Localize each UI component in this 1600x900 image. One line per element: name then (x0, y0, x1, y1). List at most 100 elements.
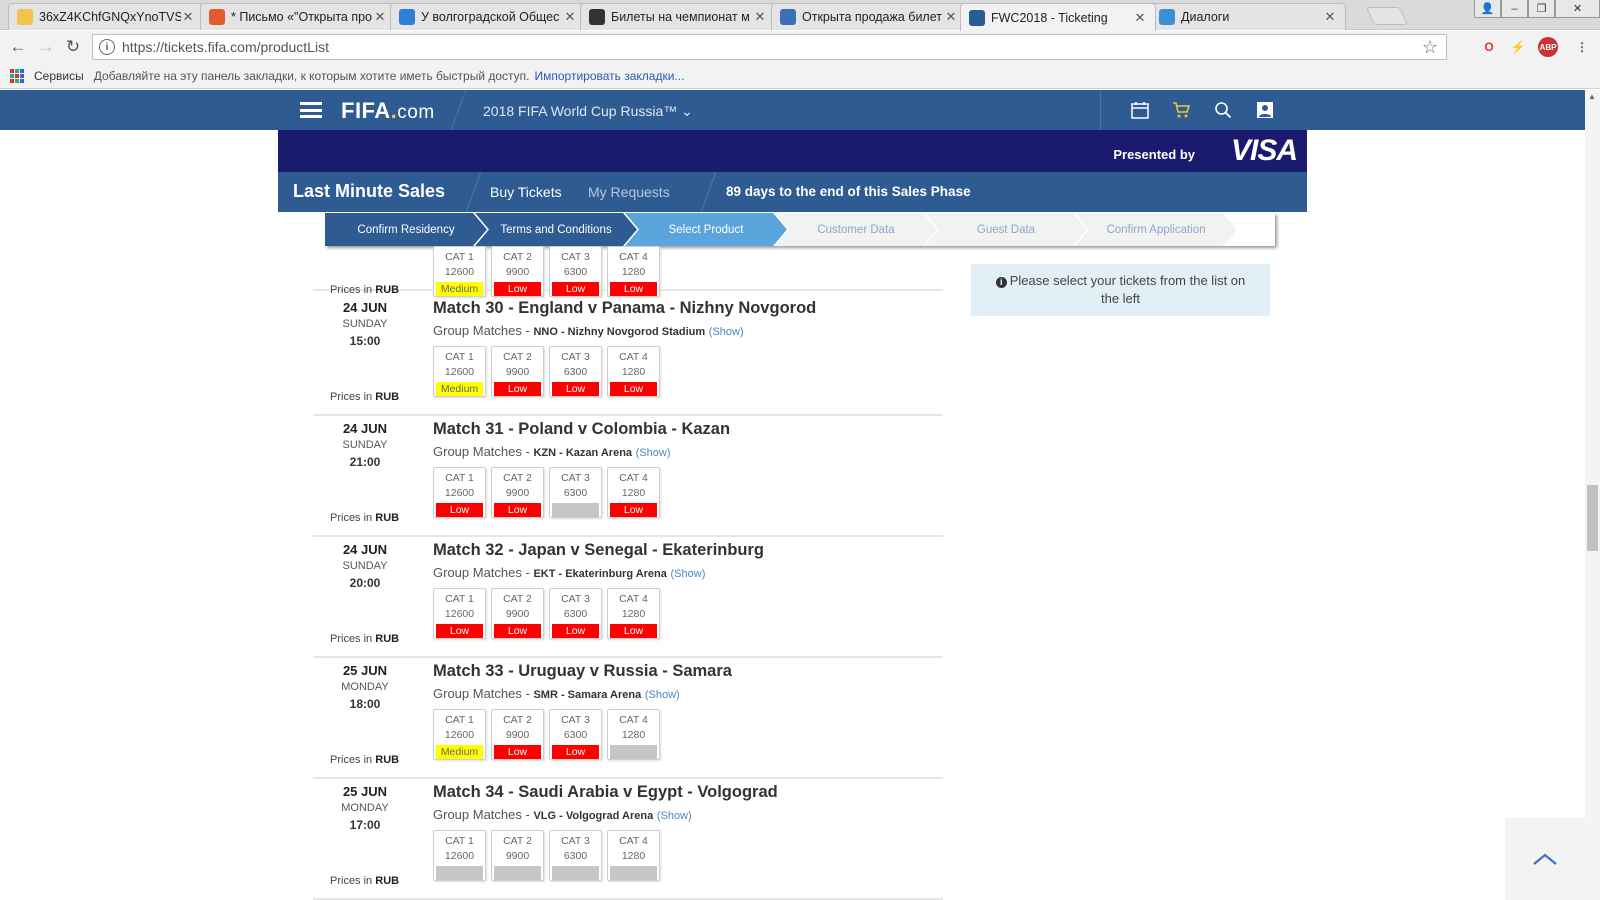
ticket-category-box[interactable]: CAT 2 9900 Low (491, 588, 544, 639)
ticket-category-box[interactable]: CAT 3 6300 (549, 830, 602, 881)
ticket-category-box[interactable]: CAT 4 1280 (607, 830, 660, 881)
flash-extension-icon[interactable]: ⚡ (1508, 37, 1528, 57)
browser-tab[interactable]: У волгоградской Общес ✕ (390, 3, 586, 30)
match-venue: SMR - Samara Arena (533, 689, 642, 701)
bookmark-star-icon[interactable]: ☆ (1422, 37, 1438, 58)
ticket-category-box[interactable]: CAT 2 9900 (491, 830, 544, 881)
sales-bar-divider (465, 172, 493, 212)
tournament-selector[interactable]: 2018 FIFA World Cup Russia™ ⌄ (483, 103, 693, 120)
browser-tab[interactable]: 36xZ4KChfGNQxYnoTVS ✕ (8, 3, 204, 30)
category-price: 1280 (621, 366, 646, 378)
opera-extension-icon[interactable]: O (1479, 37, 1499, 57)
ticket-category-box[interactable]: CAT 4 1280 (607, 709, 660, 760)
bookmarks-bar: Сервисы Добавляйте на эту панель закладк… (0, 63, 1600, 89)
ticket-category-box[interactable]: CAT 1 12600 Low (433, 588, 486, 639)
ticket-category-box[interactable]: CAT 1 12600 Medium (433, 709, 486, 760)
availability-badge: Medium (436, 745, 483, 759)
browser-tab[interactable]: FWC2018 - Ticketing ✕ (960, 3, 1156, 31)
back-arrow-icon[interactable]: ← (7, 36, 29, 58)
reload-icon[interactable]: ↻ (62, 36, 84, 58)
ticket-category-box[interactable]: CAT 2 9900 Low (491, 346, 544, 397)
apps-link[interactable]: Сервисы (34, 69, 84, 83)
maximize-button[interactable]: ❐ (1528, 0, 1555, 18)
ticket-category-box[interactable]: CAT 4 1280 Low (607, 346, 660, 397)
forward-arrow-icon[interactable]: → (35, 36, 57, 58)
ticket-category-box[interactable]: CAT 3 6300 Low (549, 246, 602, 297)
ticket-category-box[interactable]: CAT 3 6300 Low (549, 588, 602, 639)
ticket-category-box[interactable]: CAT 2 9900 Low (491, 467, 544, 518)
search-icon[interactable] (1213, 100, 1233, 120)
ticket-category-box[interactable]: CAT 1 12600 Low (433, 467, 486, 518)
tab-close-icon[interactable]: ✕ (944, 9, 958, 25)
step-terms-and-conditions[interactable]: Terms and Conditions (475, 213, 637, 246)
category-price: 6300 (563, 608, 588, 620)
category-label: CAT 1 (445, 593, 474, 605)
menu-dots-icon[interactable]: ⋮ (1572, 37, 1592, 57)
chevron-up-icon (1533, 853, 1557, 865)
profile-icon[interactable]: 👤 (1474, 0, 1501, 18)
show-venue-link[interactable]: (Show) (645, 689, 680, 701)
ticket-category-box[interactable]: CAT 1 12600 (433, 830, 486, 881)
tab-title: FWC2018 - Ticketing (991, 10, 1108, 25)
new-tab-button[interactable] (1365, 7, 1409, 25)
scroll-up-arrow-icon[interactable]: ▲ (1588, 92, 1596, 101)
prices-currency: Prices in RUB (330, 391, 400, 403)
ticket-category-box[interactable]: CAT 1 12600 Medium (433, 346, 486, 397)
ticket-category-box[interactable]: CAT 4 1280 Low (607, 467, 660, 518)
browser-tab[interactable]: Открыта продажа билет ✕ (771, 3, 967, 30)
tab-close-icon[interactable]: ✕ (181, 9, 195, 25)
scroll-thumb[interactable] (1587, 485, 1598, 551)
browser-tab[interactable]: Билеты на чемпионат м ✕ (580, 3, 776, 30)
ticket-category-box[interactable]: CAT 2 9900 Low (491, 246, 544, 297)
category-price: 12600 (444, 729, 475, 741)
show-venue-link[interactable]: (Show) (709, 326, 744, 338)
page-scrollbar[interactable]: ▲ (1585, 90, 1600, 900)
calendar-icon[interactable] (1130, 100, 1150, 120)
tab-close-icon[interactable]: ✕ (1323, 9, 1337, 25)
step-confirm-residency[interactable]: Confirm Residency (325, 213, 487, 246)
tab-close-icon[interactable]: ✕ (753, 9, 767, 25)
apps-grid-icon[interactable] (10, 68, 24, 83)
hamburger-menu-icon[interactable] (300, 102, 322, 118)
ticket-category-box[interactable]: CAT 3 6300 Low (549, 709, 602, 760)
tab-close-icon[interactable]: ✕ (1133, 10, 1147, 26)
match-weekday: SUNDAY (342, 560, 388, 572)
fifa-logo[interactable]: FIFA.com (341, 98, 435, 124)
tab-title: У волгоградской Общес (421, 10, 560, 24)
match-row: 24 JUN SUNDAY 15:00 Match 30 - England v Pa… (313, 295, 943, 416)
show-venue-link[interactable]: (Show) (657, 810, 692, 822)
tab-close-icon[interactable]: ✕ (563, 9, 577, 25)
info-icon[interactable]: i (99, 39, 115, 55)
address-bar[interactable]: i https://tickets.fifa.com/productList ☆ (92, 34, 1447, 60)
browser-tab[interactable]: Диалоги ✕ (1150, 3, 1346, 30)
ticket-category-box[interactable]: CAT 4 1280 Low (607, 588, 660, 639)
buy-tickets-link[interactable]: Buy Tickets (490, 184, 562, 200)
import-bookmarks-link[interactable]: Импортировать закладки... (535, 69, 685, 83)
tab-close-icon[interactable]: ✕ (373, 9, 387, 25)
match-day-month: 24 JUN (342, 300, 388, 315)
my-requests-link[interactable]: My Requests (588, 184, 670, 200)
ticket-category-box[interactable]: CAT 3 6300 Low (549, 346, 602, 397)
minimize-button[interactable]: – (1501, 0, 1528, 18)
bookmarks-hint: Добавляйте на эту панель закладки, к кот… (93, 68, 530, 83)
ticket-category-box[interactable]: CAT 2 9900 Low (491, 709, 544, 760)
ticket-category-box[interactable]: CAT 3 6300 (549, 467, 602, 518)
close-window-button[interactable]: ✕ (1555, 0, 1600, 18)
show-venue-link[interactable]: (Show) (636, 447, 671, 459)
adblock-icon[interactable]: ABP (1538, 37, 1558, 57)
back-to-top-button[interactable] (1505, 818, 1585, 900)
category-price: 6300 (563, 487, 588, 499)
days-left-text: 89 days to the end of this Sales Phase (726, 184, 971, 199)
category-price: 9900 (505, 366, 530, 378)
browser-tab[interactable]: * Письмо «"Открыта про ✕ (200, 3, 396, 30)
availability-badge: Low (494, 382, 541, 396)
show-venue-link[interactable]: (Show) (671, 568, 706, 580)
tab-favicon-icon (780, 9, 796, 25)
user-icon[interactable] (1255, 100, 1275, 120)
category-price: 6300 (563, 366, 588, 378)
ticket-category-box[interactable]: CAT 4 1280 Low (607, 246, 660, 297)
ticket-category-box[interactable]: CAT 1 12600 Medium (433, 246, 486, 297)
cart-icon[interactable] (1171, 100, 1191, 120)
nav-divider (1100, 90, 1101, 130)
browser-tab-strip: 36xZ4KChfGNQxYnoTVS ✕ * Письмо «"Открыта п… (0, 0, 1600, 31)
